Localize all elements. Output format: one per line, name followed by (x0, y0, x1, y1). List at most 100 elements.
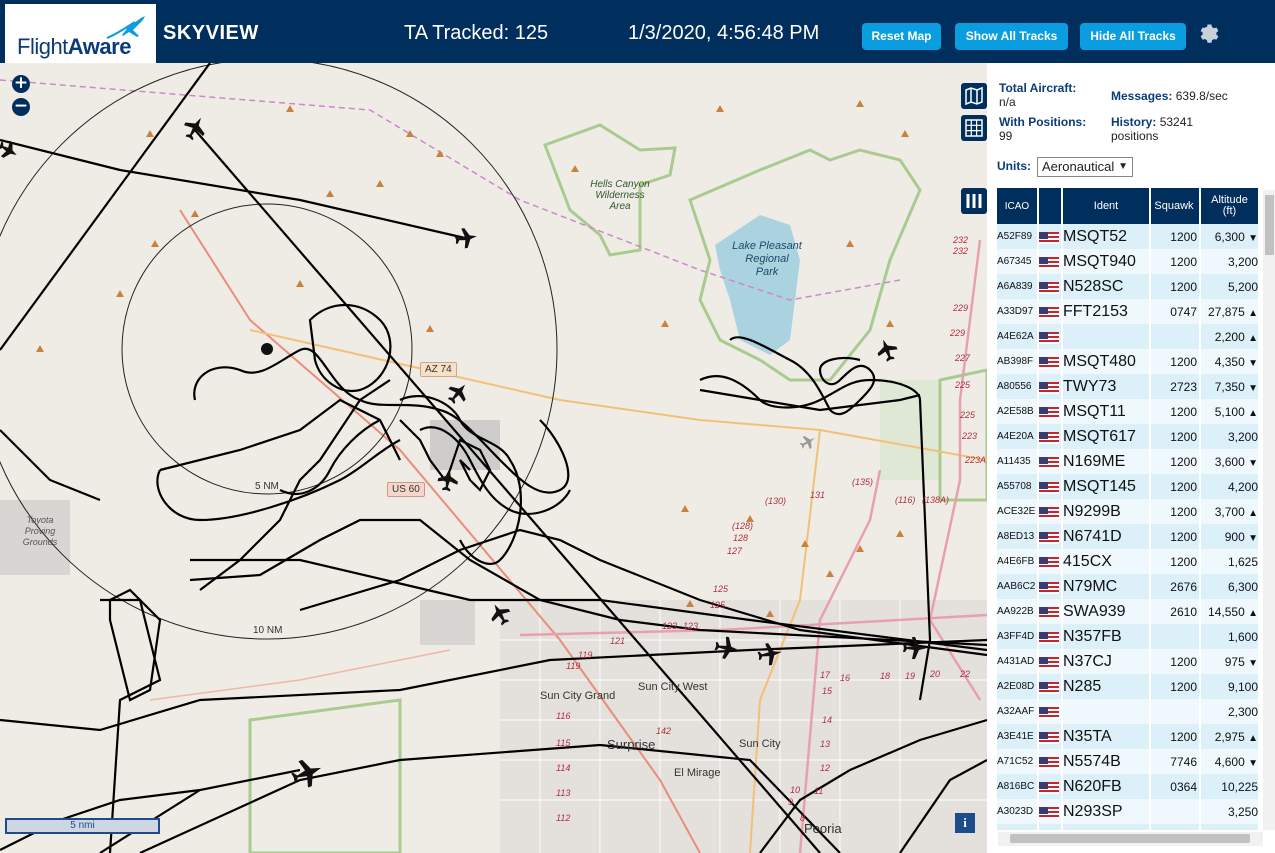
road-number: (116) (895, 495, 916, 505)
road-number: 16 (840, 673, 851, 683)
road-number: (128) (732, 521, 754, 531)
altitude-trend-icon: ▲ (1248, 407, 1258, 419)
cell-icao: AA922B (997, 599, 1037, 624)
label-hells-canyon: Hells Canyon Wilderness Area (590, 179, 650, 212)
cell-flag (1039, 799, 1061, 824)
cell-icao: A55708 (997, 474, 1037, 499)
road-number: 223A (965, 455, 987, 465)
columns-button[interactable] (961, 188, 987, 214)
grid-button[interactable] (961, 115, 987, 141)
cell-altitude: 5,100 ▲ (1201, 399, 1258, 424)
table-row[interactable]: A3E41E N35TA 1200 2,975 ▲ (997, 724, 1258, 749)
table-row[interactable]: A55708 MSQT145 1200 4,200 (997, 474, 1258, 499)
cell-flag (1039, 524, 1061, 549)
cell-flag (1039, 749, 1061, 774)
table-hscrollbar-thumb[interactable] (1010, 834, 1250, 843)
table-row[interactable]: A8ED13 N6741D 1200 900 ▼ (997, 524, 1258, 549)
map-layers-button[interactable] (961, 83, 987, 109)
messages-stat: Messages: 639.8/sec (1111, 89, 1228, 103)
cell-icao: A2E08D (997, 674, 1037, 699)
altitude-trend-icon: ▲ (1248, 307, 1258, 319)
info-button[interactable]: i (955, 813, 975, 833)
table-row[interactable]: A2E58B MSQT11 1200 5,100 ▲ (997, 399, 1258, 424)
table-row[interactable]: A71C52 N5574B 7746 4,600 ▼ (997, 749, 1258, 774)
gear-icon[interactable] (1197, 22, 1221, 46)
table-row[interactable]: AA922B SWA939 2610 14,550 ▲ (997, 599, 1258, 624)
cell-ident: TWY73 (1063, 374, 1149, 399)
cell-altitude: 9,100 (1201, 674, 1258, 699)
us-flag-icon (1039, 256, 1059, 269)
table-row[interactable]: A6A839 N528SC 1200 5,200 (997, 274, 1258, 299)
cell-ident: N79MC (1063, 574, 1149, 599)
table-row[interactable]: A32AAF 2,300 (997, 699, 1258, 724)
table-row[interactable]: A3FF4D N357FB 1,600 (997, 624, 1258, 649)
table-row[interactable]: A11435 N169ME 1200 3,600 ▼ (997, 449, 1258, 474)
road-number: 131 (810, 490, 826, 500)
cell-flag (1039, 574, 1061, 599)
reset-map-button[interactable]: Reset Map (862, 23, 941, 50)
header-squawk[interactable]: Squawk (1151, 188, 1199, 224)
logo-text: FlightAware (17, 34, 131, 59)
cell-icao: A67345 (997, 249, 1037, 274)
header-altitude[interactable]: Altitude (ft) (1201, 188, 1258, 224)
header-icao[interactable]: ICAO (997, 188, 1037, 224)
label-sun-city-west: Sun City West (638, 681, 708, 693)
cell-flag (1039, 674, 1061, 699)
cell-icao: A3E41E (997, 724, 1037, 749)
units-select[interactable]: Aeronautical ▼ (1037, 157, 1133, 177)
table-row[interactable]: A52F89 MSQT52 1200 6,300 ▼ (997, 224, 1258, 249)
total-aircraft-stat: Total Aircraft: n/a (999, 81, 1077, 109)
zoom-in-button[interactable]: + (12, 75, 30, 93)
road-number: (135) (852, 477, 874, 487)
cell-flag (1039, 274, 1061, 299)
cell-squawk: 1200 (1151, 274, 1199, 299)
header-ident[interactable]: Ident (1063, 188, 1149, 224)
table-row[interactable]: A4E62A 2,200 ▲ (997, 324, 1258, 349)
table-row[interactable]: A816BC N620FB 0364 10,225 (997, 774, 1258, 799)
table-row[interactable]: A80556 TWY73 2723 7,350 ▼ (997, 374, 1258, 399)
table-row[interactable]: A2E08D N285 1200 9,100 (997, 674, 1258, 699)
cell-icao: A33D97 (997, 299, 1037, 324)
road-number: 19 (905, 671, 916, 681)
cell-flag (1039, 249, 1061, 274)
us-flag-icon (1039, 806, 1059, 819)
cell-ident: SWA2331 (1063, 824, 1149, 830)
show-all-tracks-button[interactable]: Show All Tracks (955, 23, 1068, 50)
table-row[interactable]: A7016C SWA2331244211,825 ▼ (997, 824, 1258, 830)
cell-flag (1039, 424, 1061, 449)
app-title: SKYVIEW (163, 22, 259, 44)
table-row[interactable]: A3023D N293SP 3,250 (997, 799, 1258, 824)
us-flag-icon (1039, 656, 1059, 669)
cell-ident: N9299B (1063, 499, 1149, 524)
road-number: 10 (790, 785, 801, 795)
header-flag[interactable] (1039, 188, 1061, 224)
road-number: 121 (610, 636, 626, 646)
table-row[interactable]: A67345 MSQT940 1200 3,200 (997, 249, 1258, 274)
map-svg (0, 63, 987, 853)
hide-all-tracks-button[interactable]: Hide All Tracks (1080, 23, 1186, 50)
table-row[interactable]: A33D97 FFT2153 0747 27,875 ▲ (997, 299, 1258, 324)
cell-altitude: 3,700 ▲ (1201, 499, 1258, 524)
cell-icao: A2E58B (997, 399, 1037, 424)
cell-icao: A816BC (997, 774, 1037, 799)
map-icon (965, 86, 983, 106)
aircraft-table-container[interactable]: ICAO Ident Squawk Altitude (ft) A52F89 MSQ… (997, 188, 1261, 830)
table-scrollbar-thumb[interactable] (1265, 195, 1274, 255)
cell-altitude: 7,350 ▼ (1201, 374, 1258, 399)
altitude-trend-icon: ▲ (1248, 732, 1258, 744)
table-row[interactable]: AAB6C2 N79MC 2676 6,300 (997, 574, 1258, 599)
cell-squawk (1151, 799, 1199, 824)
table-row[interactable]: A4E20A MSQT617 1200 3,200 (997, 424, 1258, 449)
zoom-out-button[interactable]: − (12, 98, 30, 116)
map-canvas[interactable]: Hells Canyon Wilderness Area Lake Pleasant… (0, 63, 987, 853)
table-row[interactable]: ACE32E N9299B 1200 3,700 ▲ (997, 499, 1258, 524)
cell-flag (1039, 399, 1061, 424)
units-label: Units: (997, 159, 1031, 173)
table-row[interactable]: A4E6FB 415CX 1200 1,625 (997, 549, 1258, 574)
cell-ident (1063, 699, 1149, 724)
us-flag-icon (1039, 481, 1059, 494)
table-scrollbar[interactable] (1263, 190, 1275, 830)
table-row[interactable]: AB398F MSQT480 1200 4,350 ▼ (997, 349, 1258, 374)
flightaware-logo[interactable]: FlightAware (5, 4, 156, 63)
table-row[interactable]: A431AD N37CJ 1200 975 ▼ (997, 649, 1258, 674)
